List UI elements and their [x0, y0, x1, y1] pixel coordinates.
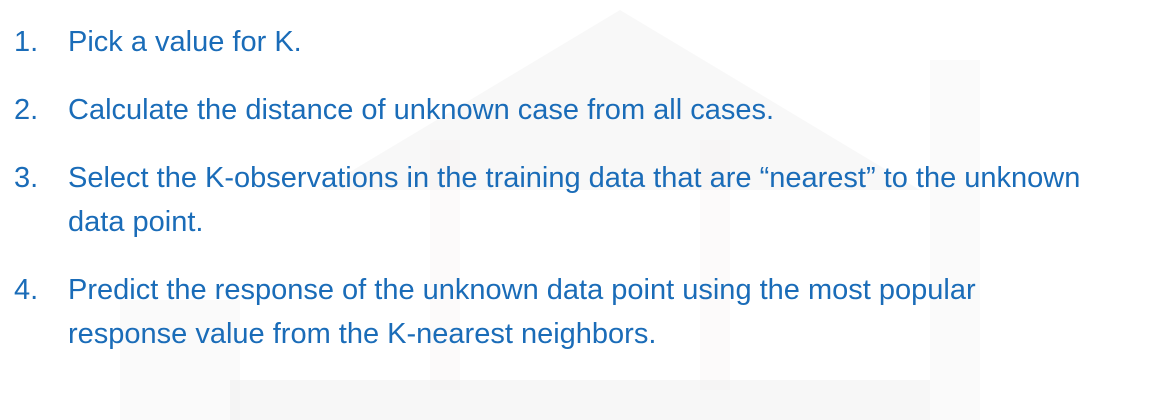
- step-item: 2. Calculate the distance of unknown cas…: [14, 88, 1124, 132]
- algorithm-steps-list: 1. Pick a value for K. 2. Calculate the …: [14, 20, 1124, 356]
- step-text: Select the K-observations in the trainin…: [68, 162, 1081, 238]
- step-text: Calculate the distance of unknown case f…: [68, 94, 775, 126]
- step-number: 1.: [14, 26, 39, 58]
- step-item: 4. Predict the response of the unknown d…: [14, 268, 1124, 356]
- step-number: 4.: [14, 274, 39, 306]
- step-number: 3.: [14, 162, 39, 194]
- step-number: 2.: [14, 94, 39, 126]
- background-watermark: [230, 380, 930, 420]
- step-item: 3. Select the K-observations in the trai…: [14, 156, 1124, 244]
- step-item: 1. Pick a value for K.: [14, 20, 1124, 64]
- step-text: Predict the response of the unknown data…: [68, 274, 976, 350]
- step-text: Pick a value for K.: [68, 26, 302, 58]
